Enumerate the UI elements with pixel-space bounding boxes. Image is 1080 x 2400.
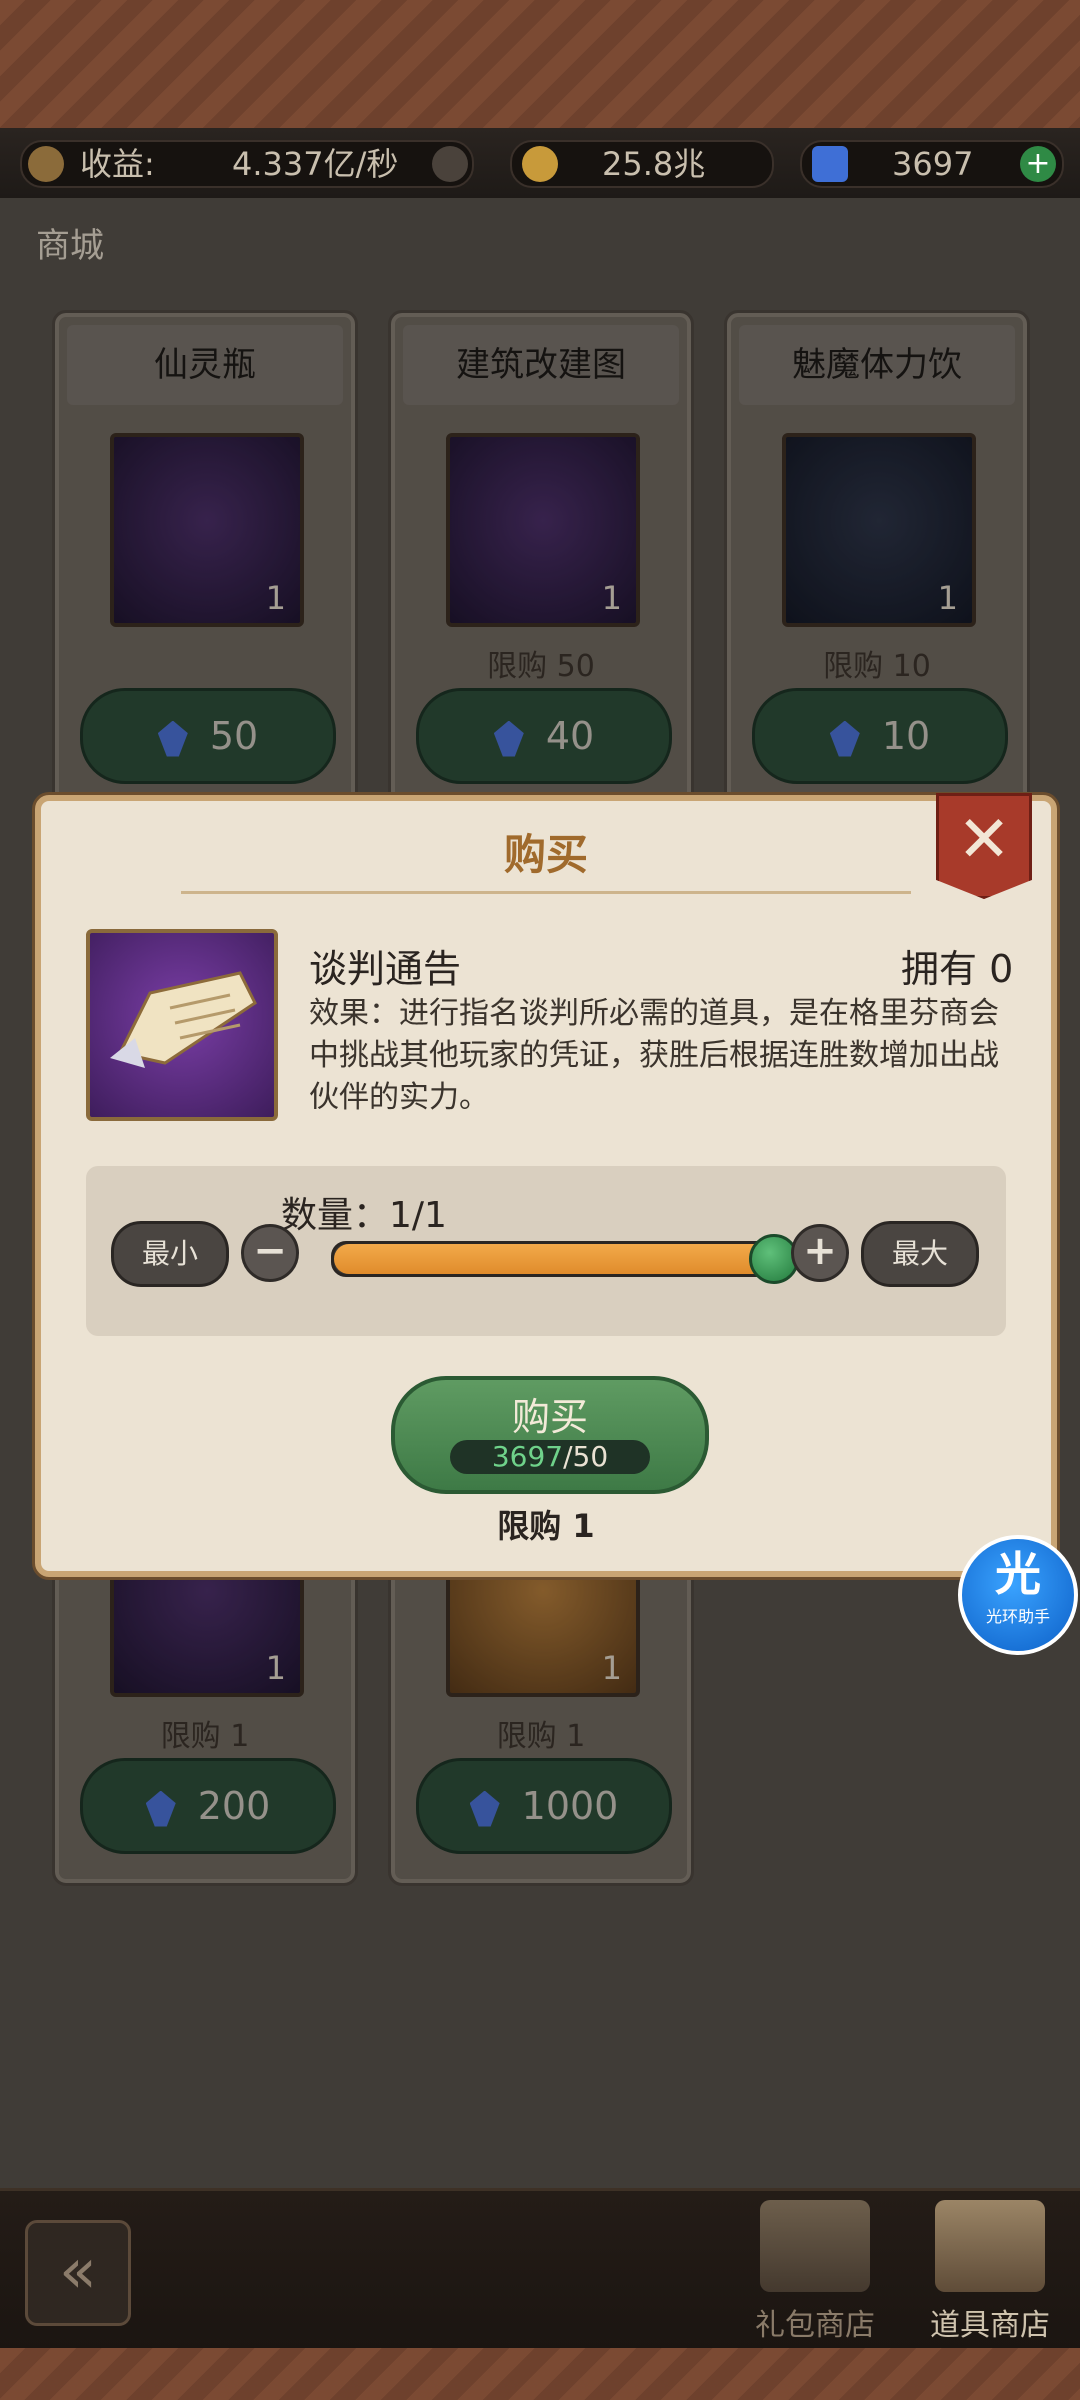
back-button[interactable]: « xyxy=(25,2220,131,2326)
nav-item-shop[interactable]: 道具商店 xyxy=(920,2200,1060,2343)
cost-need: /50 xyxy=(563,1440,609,1473)
bottom-wood-border xyxy=(0,2348,1080,2400)
gold-display: 25.8兆 xyxy=(510,140,774,188)
add-gems-button[interactable]: + xyxy=(1020,146,1056,182)
max-button[interactable]: 最大 xyxy=(861,1221,979,1287)
plus-button[interactable]: + xyxy=(791,1224,849,1282)
minus-button[interactable]: − xyxy=(241,1224,299,1282)
assistant-icon-text: 光 xyxy=(995,1547,1041,1601)
income-label: 收益: xyxy=(80,145,155,183)
title-divider xyxy=(181,891,911,894)
purchase-limit: 限购 1 xyxy=(497,1507,595,1545)
income-display: 收益: 4.337亿/秒 xyxy=(20,140,474,188)
cost-have: 3697 xyxy=(491,1440,564,1473)
item-description: 效果：进行指名谈判所必需的道具，是在格里芬商会中挑战其他玩家的凭证，获胜后根据连… xyxy=(309,996,999,1115)
buy-button[interactable]: 购买 3697/50 xyxy=(391,1376,709,1494)
close-button[interactable]: ✕ xyxy=(936,793,1032,899)
scroll-notice-icon xyxy=(86,929,278,1121)
item-shop-icon xyxy=(935,2200,1045,2292)
gold-value: 25.8兆 xyxy=(602,145,706,183)
assistant-label: 光环助手 xyxy=(985,1607,1050,1626)
bottom-nav xyxy=(0,2188,1080,2351)
nav-gift-shop[interactable]: 礼包商店 xyxy=(745,2200,885,2343)
scroll-icon xyxy=(110,971,257,1068)
buy-cost: 3697/50 xyxy=(450,1440,650,1474)
gold-coin-icon xyxy=(522,146,558,182)
nav-label: 道具商店 xyxy=(930,2308,1050,2343)
income-icon xyxy=(28,146,64,182)
slider-fill xyxy=(334,1244,779,1274)
gift-shop-icon xyxy=(760,2200,870,2292)
dialog-title: 购买 xyxy=(503,830,588,879)
purchase-dialog: 购买 ✕ 谈判通告 拥有 0 效果：进行指名谈判所必需的道具，是在格里芬商会中挑… xyxy=(35,793,1057,1577)
owned-count: 拥有 0 xyxy=(901,947,1014,991)
gem-display: 3697 + xyxy=(800,140,1064,188)
info-icon[interactable] xyxy=(432,146,468,182)
resource-bar: 收益: 4.337亿/秒 25.8兆 3697 + xyxy=(0,128,1080,200)
gem-value: 3697 xyxy=(892,145,974,183)
assistant-float-button[interactable]: 光 光环助手 xyxy=(958,1535,1078,1655)
item-name: 谈判通告 xyxy=(309,947,462,991)
min-button[interactable]: 最小 xyxy=(111,1221,229,1287)
quantity-slider[interactable] xyxy=(331,1234,799,1284)
income-value: 4.337亿/秒 xyxy=(232,145,399,183)
nav-label: 礼包商店 xyxy=(755,2308,875,2343)
buy-label: 购买 xyxy=(511,1395,588,1439)
top-wood-border xyxy=(0,0,1080,130)
gem-icon xyxy=(812,146,848,182)
quantity-label: 数量：1/1 xyxy=(281,1195,447,1236)
